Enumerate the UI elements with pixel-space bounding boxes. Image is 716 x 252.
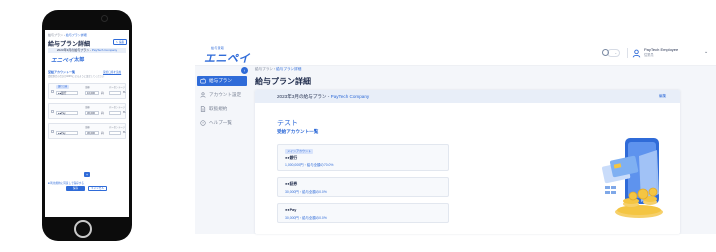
phone-camera [101, 15, 108, 22]
account-select[interactable]: ●●Pay [56, 131, 78, 135]
mobile-note: 受給割合の合計が100%になるように設定してください [48, 76, 105, 78]
amount-input[interactable]: 30,000 [85, 131, 99, 135]
account-name: ●●銀行 [285, 156, 298, 160]
mobile-consent-checkbox[interactable]: ■ 利用規約に同意して保存する [48, 181, 84, 185]
account-amount: 30,000円・給与全額の0.0% [285, 190, 327, 194]
mobile-add-account-link[interactable]: 受給口座を追加 [103, 70, 121, 74]
yen-unit: 円 [101, 112, 104, 115]
sidebar-item-label: 取扱規約 [209, 106, 228, 111]
account-card[interactable]: メインアカウント ●●銀行 1,000,000円・給与全額の70.0% [277, 144, 449, 171]
sidebar-collapse-button[interactable]: ‹ [241, 67, 248, 74]
sidebar-item-label: 給与プラン [209, 78, 232, 83]
plan-name: 2023年3月の給与プラン [56, 48, 90, 52]
percent-unit: % [123, 91, 126, 94]
amount-label: 金額 [85, 87, 90, 89]
breadcrumb: 給与プラン › 給与プラン詳細 [255, 67, 301, 72]
mobile-logo: エニペイ [51, 58, 74, 64]
main-account-badge: メインアカウント [285, 149, 314, 154]
plan-name: 2023年3月の給与プラン [277, 94, 327, 99]
card-checkbox[interactable] [50, 130, 54, 133]
amount-label: 金額 [85, 107, 90, 109]
sidebar-item-terms[interactable]: 取扱規約 [197, 104, 247, 114]
desktop-app: 給与受取 エニペイ ⌄ PayTech Employee 従業員 ⌄ ‹ 給与プ… [195, 40, 716, 234]
sidebar-item-label: ヘルプ一覧 [209, 120, 232, 125]
page-title: 給与プラン詳細 [255, 77, 311, 86]
breadcrumb-current: 給与プラン詳細 [65, 33, 87, 37]
user-icon [200, 92, 206, 98]
amount-input[interactable]: 10,000 [85, 91, 99, 95]
phone-screen: 給与プラン › 給与プラン詳細 給与プラン詳細 ✎ 編集 2023年3月の給与プラ… [45, 30, 129, 217]
sidebar-item-label: アカウント設定 [209, 92, 242, 97]
breadcrumb-parent-link[interactable]: 給与プラン [255, 67, 273, 71]
percentage-input[interactable] [109, 91, 121, 95]
user-menu-chevron-icon[interactable]: ⌄ [704, 49, 708, 55]
phone-payment-illustration [601, 138, 663, 218]
percent-unit: % [123, 111, 126, 114]
sidebar-item-account-settings[interactable]: アカウント設定 [197, 90, 247, 100]
svg-text:?: ? [202, 121, 204, 125]
section-title: 受給アカウント一覧 [277, 129, 319, 134]
plan-detail-panel: 2023年3月の給与プラン - PayTech Company 編集 テスト 受… [255, 90, 680, 234]
yen-unit: 円 [101, 92, 104, 95]
chevron-down-icon: ⌄ [614, 51, 617, 55]
edit-button-label: 編集 [119, 41, 125, 44]
help-icon: ? [200, 120, 206, 126]
wallet-icon [200, 78, 206, 84]
yen-unit: 円 [101, 132, 104, 135]
mobile-add-button[interactable]: + [84, 172, 90, 177]
main-content: 給与プラン › 給与プラン詳細 給与プラン詳細 2023年3月の給与プラン - … [249, 66, 716, 234]
document-icon [200, 106, 206, 112]
user-role: 従業員 [644, 53, 654, 57]
breadcrumb-parent-link[interactable]: 給与プラン [48, 33, 63, 37]
mobile-employee-name: 太郎 [74, 57, 85, 63]
mobile-breadcrumb: 給与プラン › 給与プラン詳細 [48, 33, 87, 37]
percentage-input[interactable] [109, 111, 121, 115]
account-select[interactable]: ●●銀行 [56, 91, 78, 95]
app-logo[interactable]: エニペイ [204, 50, 250, 66]
phone-home-button [74, 220, 92, 238]
amount-input[interactable]: 30,000 [85, 111, 99, 115]
mobile-account-card: 銀行口座 金額 パーセンテージ ●●銀行 10,000 円 % [48, 83, 126, 99]
mobile-plan-bar: 2023年3月の給与プラン - PayTech Company [48, 48, 126, 53]
sidebar-item-salary-plan[interactable]: 給与プラン [197, 76, 247, 86]
gear-icon[interactable] [602, 49, 609, 56]
pencil-icon: ✎ [115, 40, 118, 44]
percentage-label: パーセンテージ [109, 107, 126, 109]
percent-unit: % [123, 131, 126, 134]
mobile-page-title: 給与プラン詳細 [48, 42, 91, 48]
plan-header-bar: 2023年3月の給与プラン - PayTech Company [255, 90, 680, 103]
breadcrumb-current: 給与プラン詳細 [276, 67, 302, 71]
card-checkbox[interactable] [50, 90, 54, 93]
header-divider [627, 48, 628, 58]
mobile-save-button[interactable]: 保存 [66, 186, 85, 191]
account-holder-title: テスト [277, 120, 298, 127]
mobile-edit-button[interactable]: ✎ 編集 [113, 39, 127, 45]
percentage-label: パーセンテージ [109, 87, 126, 89]
user-icon [632, 49, 641, 58]
card-tag: 銀行口座 [56, 85, 70, 89]
percentage-input[interactable] [109, 131, 121, 135]
edit-link[interactable]: 編集 [659, 94, 666, 99]
plan-company: PayTech Company [330, 94, 370, 99]
mobile-account-card: 金額 パーセンテージ ●●Pay 30,000 円 % [48, 103, 126, 119]
sidebar: ‹ 給与プラン アカウント設定 取扱規約 ? ヘルプ一覧 [195, 66, 249, 234]
percentage-label: パーセンテージ [109, 127, 126, 129]
account-name: ●●Pay [285, 208, 297, 212]
account-amount: 1,000,000円・給与全額の70.0% [285, 163, 334, 167]
amount-label: 金額 [85, 127, 90, 129]
sidebar-item-help[interactable]: ? ヘルプ一覧 [197, 118, 247, 128]
card-checkbox[interactable] [50, 110, 54, 113]
account-card[interactable]: ●●Pay 30,000円・給与全額の0.0% [277, 203, 449, 223]
plan-company: PayTech Company [91, 48, 118, 52]
account-card[interactable]: ●●証券 30,000円・給与全額の0.0% [277, 177, 449, 197]
app-header: 給与受取 エニペイ ⌄ PayTech Employee 従業員 ⌄ [195, 40, 716, 66]
account-name: ●●証券 [285, 182, 298, 186]
mobile-account-card: 金額 パーセンテージ ●●Pay 30,000 円 % [48, 123, 126, 139]
account-select[interactable]: ●●Pay [56, 111, 78, 115]
account-amount: 30,000円・給与全額の0.0% [285, 216, 327, 220]
mobile-cancel-button[interactable]: キャンセル [88, 186, 107, 191]
phone-mockup: 給与プラン › 給与プラン詳細 給与プラン詳細 ✎ 編集 2023年3月の給与プラ… [42, 10, 132, 241]
